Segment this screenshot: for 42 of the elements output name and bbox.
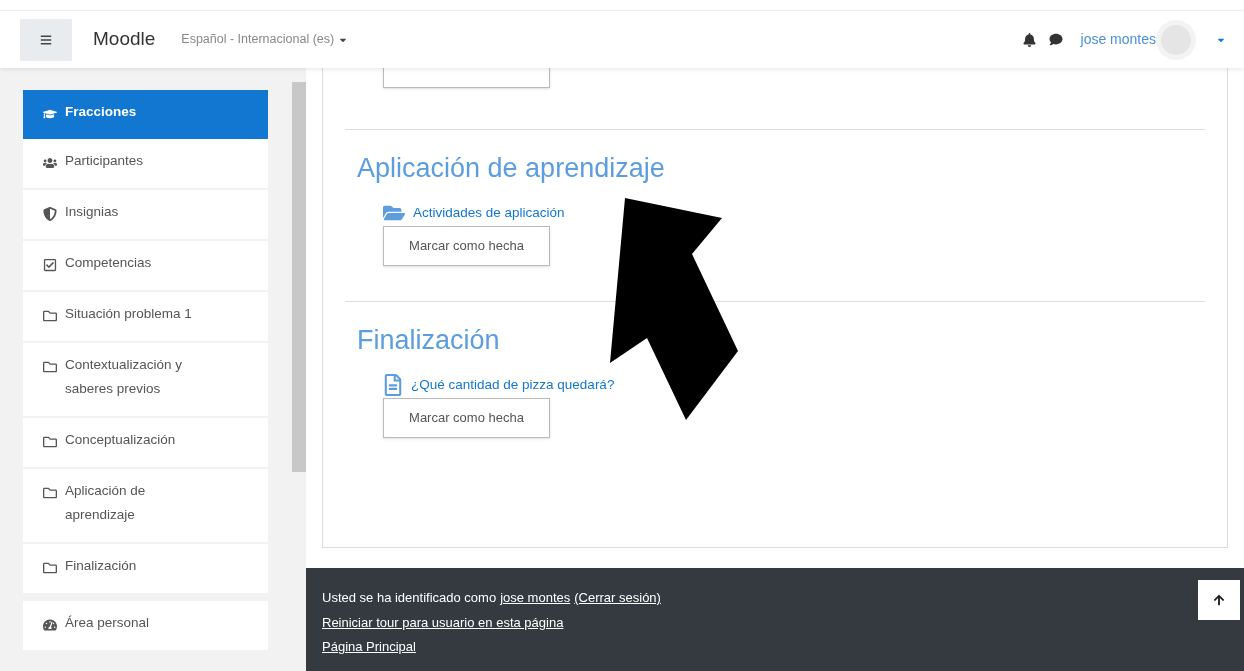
logout-link[interactable]: (Cerrar sesión) [574, 588, 661, 608]
sidebar-item[interactable]: Fracciones [23, 90, 268, 139]
menu-button[interactable] [20, 18, 72, 61]
sidebar-item[interactable]: Participantes [23, 139, 268, 190]
sidebar-item[interactable]: Competencias [23, 241, 268, 292]
notifications-icon[interactable] [1022, 32, 1036, 47]
sidebar-item[interactable]: Área personal [23, 601, 268, 652]
folder-icon [43, 435, 57, 449]
reset-tour-link[interactable]: Reiniciar tour para usuario en esta página [322, 612, 661, 632]
scrollbar[interactable] [292, 82, 306, 472]
sidebar-item[interactable]: Situación problema 1 [23, 292, 268, 343]
checkbox-icon [43, 258, 57, 272]
user-name[interactable]: jose montes [1080, 29, 1156, 50]
folder-icon [43, 360, 57, 374]
sidebar-item[interactable]: Aplicación de aprendizaje [23, 469, 268, 544]
language-menu[interactable]: Español - Internacional (es) [181, 30, 349, 49]
arrow-up-icon [1213, 594, 1225, 606]
messages-icon[interactable] [1048, 33, 1063, 46]
activity-link[interactable]: Actividades de aplicación [413, 202, 565, 224]
graduation-cap-icon [43, 107, 57, 121]
user-link[interactable]: jose montes [500, 588, 571, 608]
menu-icon [40, 33, 52, 46]
folder-icon [43, 561, 57, 575]
activity-link[interactable]: ¿Qué cantidad de pizza quedará? [411, 374, 615, 396]
dashboard-icon [43, 618, 57, 632]
sidebar-item[interactable]: Conceptualización [23, 418, 268, 469]
folder-icon [43, 486, 57, 500]
users-icon [43, 156, 57, 170]
document-icon [383, 374, 403, 396]
mark-done-button[interactable]: Marcar como hecha [383, 398, 550, 438]
login-info-text: Usted se ha identificado como [322, 589, 497, 607]
site-brand[interactable]: Moodle [93, 25, 156, 54]
home-link[interactable]: Página Principal [322, 637, 661, 657]
mark-done-button[interactable]: Marcar como hecha [383, 226, 550, 266]
section-heading: Aplicación de aprendizaje [357, 152, 666, 185]
back-to-top-button[interactable] [1198, 580, 1240, 620]
sidebar-item[interactable]: Insignias [23, 190, 268, 241]
sidebar-item[interactable]: Contextualización y saberes previos [23, 343, 268, 418]
sidebar-item[interactable]: Finalización [23, 544, 268, 595]
folder-icon [43, 309, 57, 323]
shield-icon [43, 207, 57, 221]
section-heading: Finalización [357, 324, 501, 357]
